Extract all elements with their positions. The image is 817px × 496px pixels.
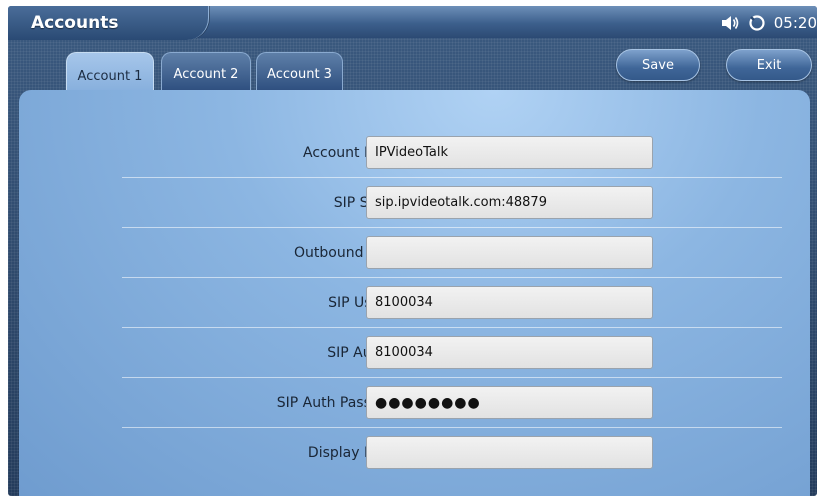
status-area: 05:20 — [720, 12, 817, 34]
form-row-sip-auth-id: SIP Auth ID: 8100034 — [122, 328, 782, 378]
form-panel: Account Name: IPVideoTalk SIP Server: si… — [19, 90, 810, 496]
display-name-field[interactable] — [366, 436, 653, 469]
tab-label: Account 3 — [267, 67, 332, 82]
sip-server-field[interactable]: sip.ipvideotalk.com:48879 — [366, 186, 653, 219]
form-row-sip-auth-password: SIP Auth Password: ●●●●●●●● — [122, 378, 782, 428]
tab-label: Account 2 — [173, 67, 239, 82]
form-row-outbound-proxy: Outbound Proxy: — [122, 228, 782, 278]
outbound-proxy-field[interactable] — [366, 236, 653, 269]
accounts-screen: Accounts 05:20 Account 1 Account 2 Accou… — [8, 6, 817, 496]
title-tab: Accounts — [8, 6, 209, 40]
window-title: Accounts — [31, 13, 119, 33]
network-icon[interactable] — [748, 14, 766, 32]
tab-account-1[interactable]: Account 1 — [66, 52, 154, 94]
tab-account-3[interactable]: Account 3 — [256, 52, 343, 90]
save-label: Save — [642, 57, 674, 73]
exit-label: Exit — [756, 57, 782, 73]
speaker-icon[interactable] — [720, 14, 740, 32]
account-name-field[interactable]: IPVideoTalk — [366, 136, 653, 169]
tab-label: Account 1 — [77, 69, 143, 84]
form-row-display-name: Display Name: — [122, 428, 782, 478]
save-button[interactable]: Save — [616, 49, 700, 81]
tab-account-2[interactable]: Account 2 — [161, 52, 251, 90]
form-row-sip-user-id: SIP User ID: 8100034 — [122, 278, 782, 328]
sip-auth-password-field[interactable]: ●●●●●●●● — [366, 386, 653, 419]
clock: 05:20 — [773, 14, 817, 32]
sip-auth-id-field[interactable]: 8100034 — [366, 336, 653, 369]
sip-user-id-field[interactable]: 8100034 — [366, 286, 653, 319]
exit-button[interactable]: Exit — [726, 49, 812, 81]
form-row-sip-server: SIP Server: sip.ipvideotalk.com:48879 — [122, 178, 782, 228]
form-row-account-name: Account Name: IPVideoTalk — [122, 128, 782, 178]
